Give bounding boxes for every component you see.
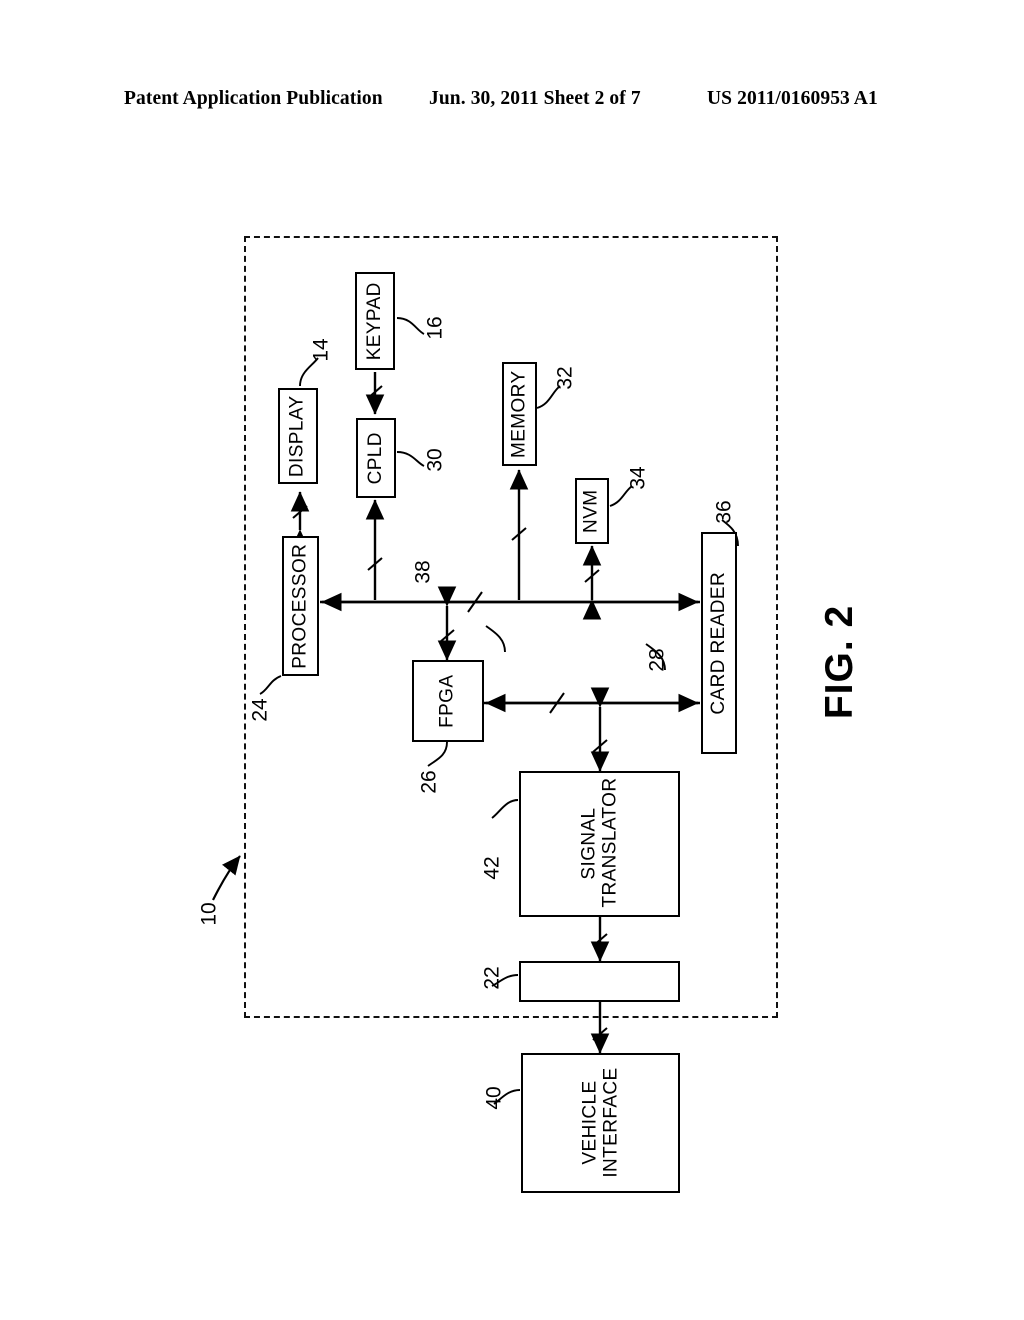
block-signal-translator[interactable]: SIGNAL TRANSLATOR [519, 771, 680, 917]
ref-numeral-system: 10 [197, 902, 221, 926]
ref-numeral-display: 14 [309, 338, 333, 362]
ref-numeral-cpld: 30 [423, 448, 447, 472]
ref-numeral-connector: 22 [480, 966, 504, 990]
ref-numeral-secondary-bus: 28 [645, 648, 669, 672]
block-keypad[interactable]: KEYPAD [355, 272, 395, 370]
block-fpga[interactable]: FPGA [412, 660, 484, 742]
ref-numeral-signal-translator: 42 [480, 856, 504, 880]
ref-numeral-processor: 24 [248, 698, 272, 722]
ref-numeral-card-reader: 36 [712, 500, 736, 524]
block-display-label: DISPLAY [286, 395, 308, 477]
block-display[interactable]: DISPLAY [278, 388, 318, 484]
block-cpld-label: CPLD [364, 431, 386, 485]
ref-numeral-keypad: 16 [423, 316, 447, 340]
block-fpga-label: FPGA [436, 674, 458, 728]
block-memory-label: MEMORY [508, 370, 530, 458]
block-memory[interactable]: MEMORY [502, 362, 537, 466]
ref-numeral-nvm: 34 [626, 466, 650, 490]
ref-numeral-memory: 32 [553, 366, 577, 390]
block-card-reader[interactable]: CARD READER [701, 532, 737, 754]
block-card-reader-label: CARD READER [707, 571, 729, 715]
block-connector[interactable] [519, 961, 680, 1002]
ref-numeral-vehicle-interface: 40 [482, 1086, 506, 1110]
block-vehicle-interface-label: VEHICLE INTERFACE [578, 1067, 621, 1179]
block-processor[interactable]: PROCESSOR [282, 536, 319, 676]
block-keypad-label: KEYPAD [363, 281, 385, 361]
block-nvm-label: NVM [580, 489, 602, 533]
block-vehicle-interface[interactable]: VEHICLE INTERFACE [521, 1053, 680, 1193]
figure-2-diagram: DISPLAY KEYPAD CPLD MEMORY NVM PROCESSOR… [0, 0, 1024, 1320]
block-processor-label: PROCESSOR [289, 543, 311, 669]
ref-numeral-fpga: 26 [417, 770, 441, 794]
block-cpld[interactable]: CPLD [356, 418, 396, 498]
block-nvm[interactable]: NVM [575, 478, 609, 544]
ref-numeral-main-bus: 38 [411, 560, 435, 584]
block-signal-translator-label: SIGNAL TRANSLATOR [577, 778, 620, 908]
figure-title: FIG. 2 [818, 604, 862, 720]
